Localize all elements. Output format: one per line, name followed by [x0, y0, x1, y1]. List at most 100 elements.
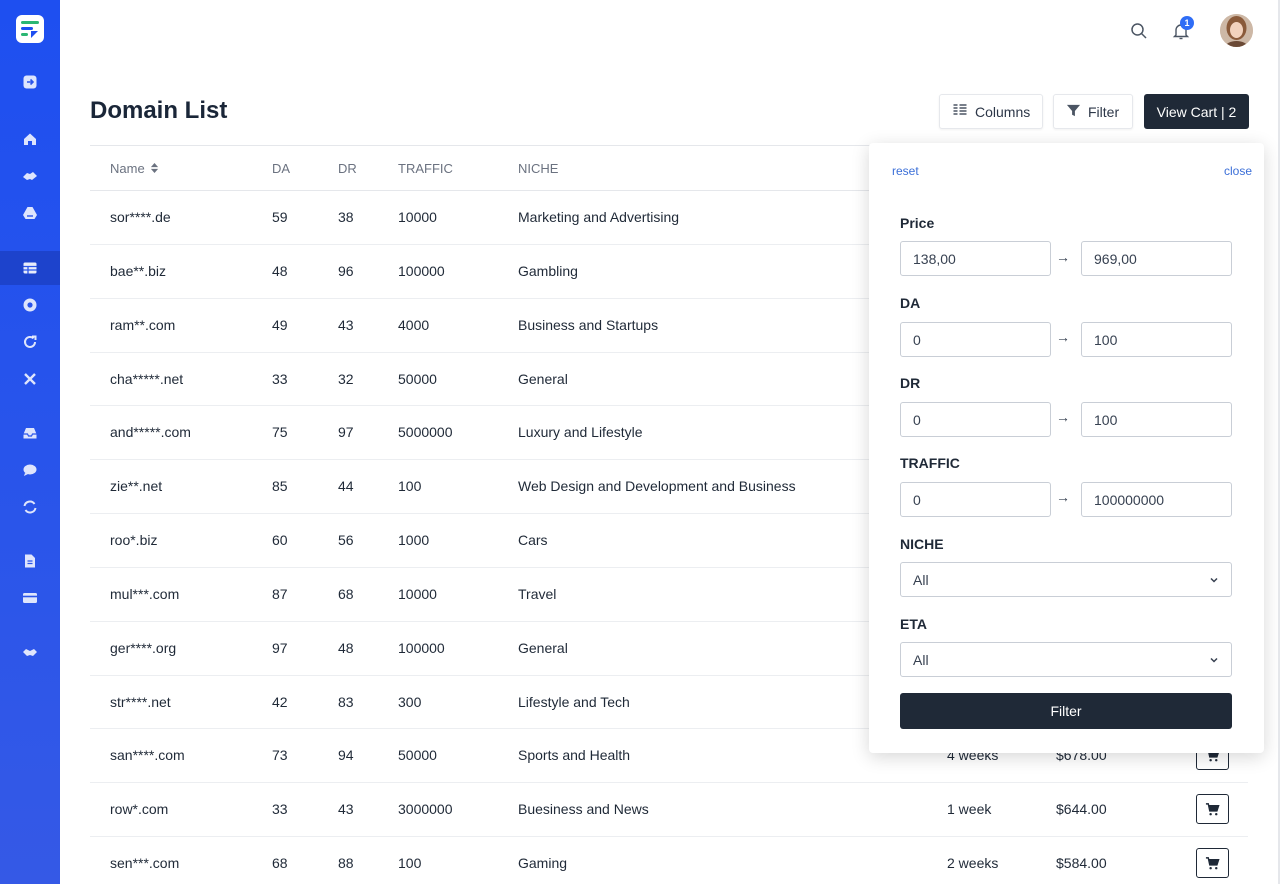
range-arrow-icon: → — [1056, 329, 1070, 345]
table-icon[interactable] — [0, 251, 60, 285]
app-logo[interactable] — [16, 15, 44, 43]
eta-select-value: All — [913, 651, 929, 668]
cell-niche: Web Design and Development and Business — [518, 478, 796, 495]
document-icon[interactable] — [0, 544, 60, 578]
cell-dr: 83 — [338, 693, 354, 710]
cell-dr: 88 — [338, 855, 354, 872]
drive-icon[interactable] — [0, 196, 60, 230]
page-title: Domain List — [90, 97, 228, 124]
record-icon[interactable] — [0, 288, 60, 322]
cell-traffic: 100000 — [398, 262, 445, 279]
range-arrow-icon: → — [1056, 249, 1070, 265]
logout-icon[interactable] — [0, 65, 60, 99]
cell-name: str****.net — [110, 693, 171, 710]
cell-traffic: 5000000 — [398, 424, 453, 441]
chat-icon[interactable] — [0, 453, 60, 487]
credit-card-icon[interactable] — [0, 581, 60, 615]
dr-min-input[interactable]: 0 — [900, 402, 1051, 437]
column-header-name[interactable]: Name — [110, 161, 159, 176]
cell-traffic: 50000 — [398, 370, 437, 387]
price-min-input[interactable]: 138,00 — [900, 241, 1051, 276]
cell-dr: 96 — [338, 262, 354, 279]
traffic-min-input[interactable]: 0 — [900, 482, 1051, 517]
filter-panel: reset close Price 138,00 → 969,00 DA 0 →… — [869, 143, 1264, 753]
cell-dr: 56 — [338, 532, 354, 549]
filter-icon — [1066, 103, 1081, 121]
traffic-max-input[interactable]: 100000000 — [1081, 482, 1232, 517]
cell-price: $644.00 — [1056, 801, 1107, 818]
range-arrow-icon: → — [1056, 489, 1070, 505]
cell-niche: General — [518, 639, 568, 656]
cell-dr: 38 — [338, 209, 354, 225]
cell-niche: Gambling — [518, 262, 578, 279]
cell-da: 42 — [272, 693, 288, 710]
cell-traffic: 10000 — [398, 585, 437, 602]
price-max-input[interactable]: 969,00 — [1081, 241, 1232, 276]
filter-toggle-button[interactable]: Filter — [1053, 94, 1133, 129]
cell-niche: Luxury and Lifestyle — [518, 424, 643, 441]
home-icon[interactable] — [0, 122, 60, 156]
cell-niche: General — [518, 370, 568, 387]
search-icon[interactable] — [1129, 21, 1149, 41]
dr-max-input[interactable]: 100 — [1081, 402, 1232, 437]
cart-icon — [1205, 802, 1220, 816]
sidebar — [0, 0, 60, 884]
refresh-icon[interactable] — [0, 325, 60, 359]
cell-dr: 43 — [338, 801, 354, 818]
close-link[interactable]: close — [1224, 164, 1252, 178]
cell-da: 97 — [272, 639, 288, 656]
add-to-cart-button[interactable] — [1196, 794, 1229, 825]
da-min-input[interactable]: 0 — [900, 322, 1051, 357]
handshake-icon[interactable] — [0, 159, 60, 193]
cell-da: 73 — [272, 747, 288, 764]
niche-select[interactable]: All — [900, 562, 1232, 597]
cell-price: $584.00 — [1056, 855, 1107, 872]
sync-icon[interactable] — [0, 490, 60, 524]
add-to-cart-button[interactable] — [1196, 848, 1229, 879]
cell-da: 75 — [272, 424, 288, 441]
eta-select[interactable]: All — [900, 642, 1232, 677]
traffic-label: TRAFFIC — [900, 455, 960, 471]
da-label: DA — [900, 295, 921, 311]
table-row: sen***.com 68 88 100 Gaming 2 weeks $584.00 — [90, 837, 1248, 884]
cell-niche: Sports and Health — [518, 747, 631, 764]
range-arrow-icon: → — [1056, 409, 1070, 425]
apply-filter-button[interactable]: Filter — [900, 693, 1232, 729]
cell-name: sor****.de — [110, 209, 171, 225]
cell-name: ram**.com — [110, 316, 176, 333]
cell-name: san****.com — [110, 747, 185, 764]
column-header-dr: DR — [338, 161, 357, 176]
sort-icon — [151, 163, 159, 173]
eta-label: ETA — [900, 616, 927, 632]
column-header-niche: NICHE — [518, 161, 559, 176]
cell-traffic: 100 — [398, 478, 422, 495]
cell-traffic: 100 — [398, 855, 422, 872]
cell-name: zie**.net — [110, 478, 163, 495]
view-cart-button[interactable]: View Cart | 2 — [1144, 94, 1249, 129]
filter-label: Filter — [1088, 103, 1120, 120]
dr-label: DR — [900, 375, 921, 391]
inbox-icon[interactable] — [0, 416, 60, 450]
cell-traffic: 50000 — [398, 747, 437, 764]
cell-da: 59 — [272, 209, 288, 225]
da-max-input[interactable]: 100 — [1081, 322, 1232, 357]
reset-link[interactable]: reset — [892, 164, 919, 178]
cell-traffic: 300 — [398, 693, 422, 710]
cell-niche: Cars — [518, 532, 548, 549]
cell-traffic: 3000000 — [398, 801, 453, 818]
cell-traffic: 1000 — [398, 532, 430, 549]
cell-niche: Lifestyle and Tech — [518, 693, 630, 710]
cell-da: 68 — [272, 855, 288, 872]
avatar[interactable] — [1220, 14, 1253, 47]
partnership-icon[interactable] — [0, 635, 60, 669]
columns-button[interactable]: Columns — [939, 94, 1043, 129]
niche-label: NICHE — [900, 536, 944, 552]
table-row: row*.com 33 43 3000000 Buesiness and News 1 w… — [90, 783, 1248, 838]
cell-dr: 32 — [338, 370, 354, 387]
cell-name: roo*.biz — [110, 532, 158, 549]
cell-niche: Buesiness and News — [518, 801, 649, 818]
tools-icon[interactable] — [0, 362, 60, 396]
cell-da: 33 — [272, 370, 288, 387]
columns-icon — [952, 102, 968, 121]
cell-da: 33 — [272, 801, 288, 818]
